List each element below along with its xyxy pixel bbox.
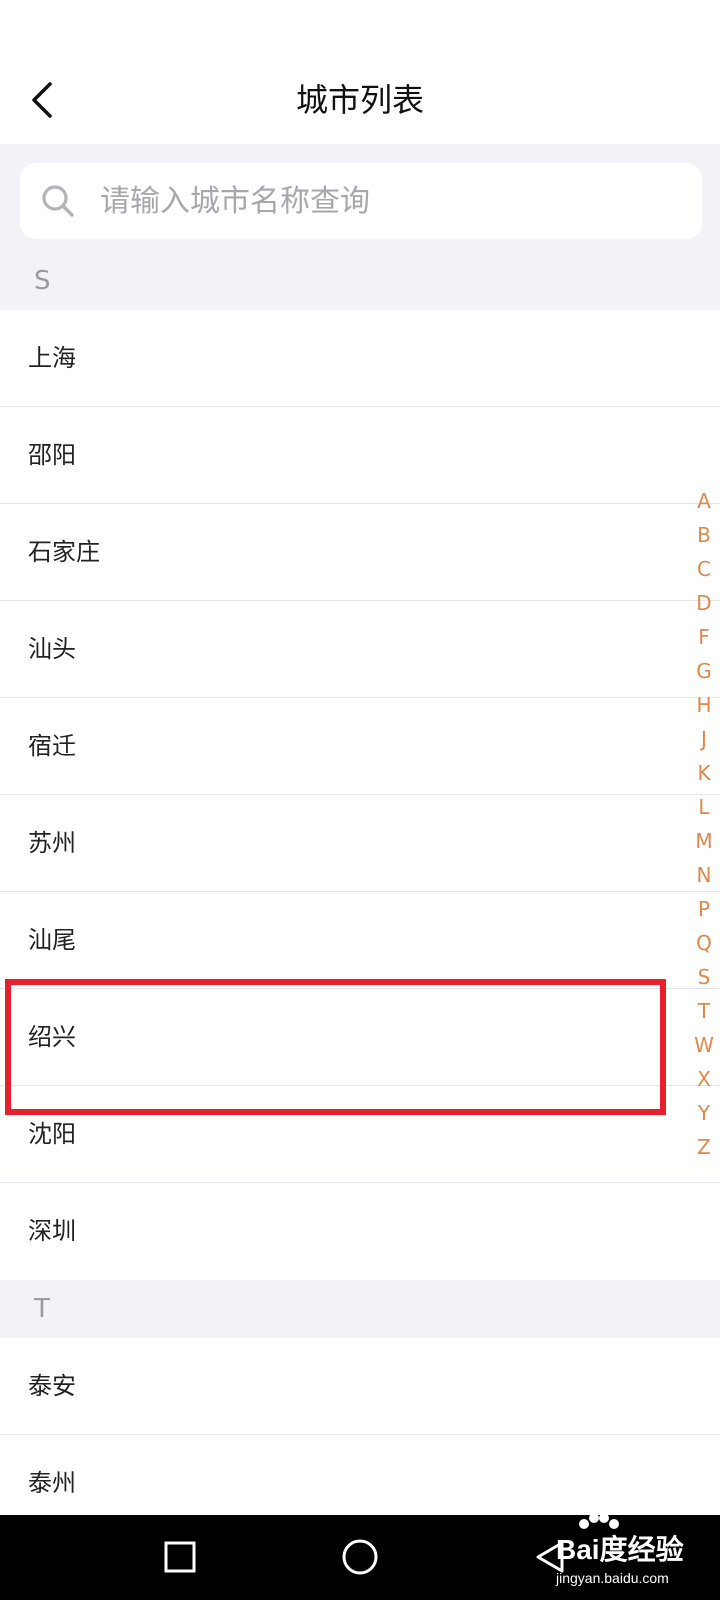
city-row[interactable]: 石家庄 [0,504,720,601]
section-header-s: S [0,254,720,310]
index-letter[interactable]: B [676,518,720,552]
index-letter[interactable]: W [676,1028,720,1062]
page-title: 城市列表 [295,81,424,119]
watermark-brand: Bai度经验 [556,1534,684,1565]
city-list-t: 泰安 泰州 [0,1338,720,1532]
city-row[interactable]: 上海 [0,310,720,407]
section-letter: S [34,266,51,296]
city-row[interactable]: 深圳 [0,1183,720,1280]
index-letter[interactable]: T [676,994,720,1028]
city-row[interactable]: 邵阳 [0,407,720,504]
index-letter[interactable]: C [676,552,720,586]
watermark-site: jingyan.baidu.com [556,1570,669,1586]
index-letter[interactable]: M [676,824,720,858]
city-list-s: 上海 邵阳 石家庄 汕头 宿迁 苏州 汕尾 绍兴 沈阳 深圳 [0,310,720,1280]
city-name: 汕尾 [28,926,76,954]
baidu-watermark: Bai度经验 jingyan.baidu.com [528,1510,718,1596]
city-name: 石家庄 [28,538,100,566]
search-box[interactable] [20,163,702,239]
city-row[interactable]: 沈阳 [0,1086,720,1183]
city-name: 苏州 [28,829,76,857]
section-letter: T [34,1294,50,1324]
index-letter[interactable]: L [676,790,720,824]
search-icon [40,183,76,219]
city-row[interactable]: 宿迁 [0,698,720,795]
city-name: 邵阳 [28,441,76,469]
square-icon [164,1541,196,1573]
city-row[interactable]: 泰安 [0,1338,720,1435]
recent-apps-button[interactable] [158,1535,202,1579]
city-row[interactable]: 汕尾 [0,892,720,989]
city-name: 泰安 [28,1372,76,1400]
index-letter[interactable]: G [676,654,720,688]
index-letter[interactable]: Y [676,1096,720,1130]
index-letter[interactable]: H [676,688,720,722]
index-letter[interactable]: X [676,1062,720,1096]
city-name: 绍兴 [28,1023,76,1051]
header: 城市列表 [0,0,720,144]
city-name: 宿迁 [28,732,76,760]
home-button[interactable] [338,1535,382,1579]
index-letter[interactable]: D [676,586,720,620]
city-name: 沈阳 [28,1120,76,1148]
section-header-t: T [0,1280,720,1338]
index-letter[interactable]: F [676,620,720,654]
city-name: 汕头 [28,635,76,663]
circle-icon [342,1539,378,1575]
city-list-screen: 城市列表 S 上海 邵阳 石家庄 汕头 宿迁 苏州 汕尾 绍兴 沈阳 深圳 T [0,0,720,1600]
city-row[interactable]: 苏州 [0,795,720,892]
index-letter[interactable]: Z [676,1130,720,1164]
index-letter[interactable]: K [676,756,720,790]
index-letter[interactable]: S [676,960,720,994]
index-letter[interactable]: J [676,722,720,756]
index-letter[interactable]: P [676,892,720,926]
city-row[interactable]: 汕头 [0,601,720,698]
city-row-highlighted[interactable]: 绍兴 [0,989,720,1086]
search-input[interactable] [98,182,662,220]
index-letter[interactable]: Q [676,926,720,960]
alphabet-index: A B C D F G H J K L M N P Q S T W X Y Z [676,484,720,1164]
city-name: 上海 [28,344,76,372]
index-letter[interactable]: N [676,858,720,892]
index-letter[interactable]: A [676,484,720,518]
city-name: 深圳 [28,1217,76,1245]
